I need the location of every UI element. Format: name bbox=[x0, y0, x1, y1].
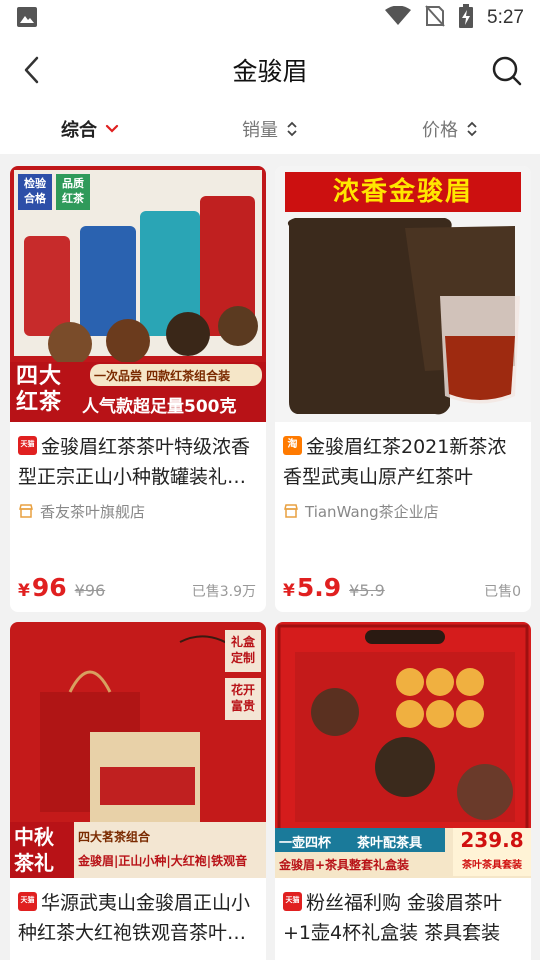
product-image: 浓香金骏眉 bbox=[275, 166, 531, 422]
product-title: 淘金骏眉红茶2021新茶浓香型武夷山原产红茶叶 bbox=[283, 436, 507, 488]
store-icon bbox=[19, 504, 33, 518]
sold-count: 已售3.9万 bbox=[191, 584, 256, 600]
banner-text: 浓香金骏眉 bbox=[332, 177, 473, 207]
sort-sales[interactable]: 销量 bbox=[180, 104, 360, 154]
product-card[interactable]: 检验 合格 品质 红茶 四大红茶 一次品尝 四款红茶组合装 人气款超足量500克 天… bbox=[10, 166, 266, 612]
store-icon bbox=[284, 504, 298, 518]
image-notification-icon bbox=[16, 6, 40, 30]
product-grid: 检验 合格 品质 红茶 四大红茶 一次品尝 四款红茶组合装 人气款超足量500克 天… bbox=[0, 156, 540, 960]
product-title: 天猫 粉丝福利购 金骏眉茶叶+1壶4杯礼盒装 茶具套装 bbox=[283, 892, 503, 944]
image-price-sub: 茶叶茶具套装 bbox=[462, 860, 522, 871]
gift-box-tag: 礼盒定制 bbox=[230, 635, 255, 665]
shop-line[interactable]: TianWang茶企业店 bbox=[275, 500, 531, 522]
chevron-left-icon bbox=[24, 56, 39, 84]
sort-label: 综合 bbox=[61, 120, 97, 141]
price: 96 bbox=[31, 573, 67, 602]
sort-updown-icon bbox=[467, 121, 477, 137]
product-image: 检验 合格 品质 红茶 四大红茶 一次品尝 四款红茶组合装 人气款超足量500克 bbox=[10, 166, 266, 422]
page-title: 金骏眉 bbox=[232, 57, 308, 86]
banner-small-text: 一次品尝 四款红茶组合装 bbox=[94, 369, 231, 383]
original-price: ¥5.9 bbox=[349, 581, 385, 600]
original-price: ¥96 bbox=[74, 581, 106, 600]
no-sim-icon bbox=[425, 5, 445, 31]
sort-price[interactable]: 价格 bbox=[360, 104, 540, 154]
taobao-badge-icon: 淘 bbox=[283, 436, 302, 455]
tea-names-text: 金骏眉|正山小种|大红袍|铁观音 bbox=[78, 854, 248, 868]
price: 5.9 bbox=[296, 573, 342, 602]
status-bar: 5:27 bbox=[0, 0, 540, 36]
app-header: 金骏眉 bbox=[0, 36, 540, 104]
sort-label: 销量 bbox=[242, 120, 278, 141]
mid-autumn-text: 中秋茶礼 bbox=[14, 825, 54, 875]
tmall-badge-icon: 天猫 bbox=[18, 436, 37, 455]
chevron-down-icon bbox=[105, 124, 119, 133]
back-button[interactable] bbox=[16, 54, 48, 86]
battery-charging-icon bbox=[459, 4, 474, 32]
status-time: 5:27 bbox=[487, 7, 524, 28]
search-icon bbox=[492, 56, 522, 86]
product-title: 天猫华源武夷山金骏眉正山小种红茶大红袍铁观音茶叶礼盒 bbox=[18, 892, 251, 944]
sort-updown-icon bbox=[287, 121, 297, 137]
sort-bar: 综合 销量 价格 bbox=[0, 104, 540, 154]
pot-cups-text: 一壶四杯 bbox=[279, 836, 332, 851]
banner-big-text: 四大红茶 bbox=[16, 364, 63, 415]
shop-name: TianWang茶企业店 bbox=[305, 502, 439, 521]
price-line: ¥ 5.9 ¥5.9 已售0 bbox=[283, 573, 521, 602]
product-card[interactable]: 浓香金骏眉 淘金骏眉红茶2021新茶浓香型武夷山原产红茶叶 TianWang茶企… bbox=[275, 166, 531, 612]
image-price-tag: 239.8 bbox=[460, 828, 524, 852]
quality-badge: 品质 红茶 bbox=[62, 177, 84, 205]
sold-count: 已售0 bbox=[484, 584, 521, 600]
giftbox-text: 金骏眉+茶具整套礼盒装 bbox=[279, 858, 410, 872]
combo-text: 四大茗茶组合 bbox=[78, 830, 151, 844]
wifi-icon bbox=[385, 5, 412, 30]
product-image: 一壶四杯 茶叶配茶具 239.8 茶叶茶具套装 金骏眉+茶具整套礼盒装 bbox=[275, 622, 531, 878]
inspection-badge: 检验 合格 bbox=[24, 177, 46, 205]
blossom-tag: 花开富贵 bbox=[230, 683, 255, 713]
price-symbol: ¥ bbox=[283, 581, 295, 601]
price-line: ¥ 96 ¥96 已售3.9万 bbox=[18, 573, 256, 602]
price-symbol: ¥ bbox=[18, 581, 30, 601]
banner-main-text: 人气款超足量500克 bbox=[82, 397, 237, 417]
product-image: 礼盒定制 花开富贵 中秋茶礼 四大茗茶组合 金骏眉|正山小种|大红袍|铁观音 bbox=[10, 622, 266, 878]
shop-name: 香友茶叶旗舰店 bbox=[40, 502, 146, 521]
shop-line[interactable]: 香友茶叶旗舰店 bbox=[10, 500, 266, 522]
tmall-badge-icon: 天猫 bbox=[283, 892, 302, 911]
sort-comprehensive[interactable]: 综合 bbox=[0, 104, 180, 154]
tmall-badge-icon: 天猫 bbox=[18, 892, 37, 911]
product-card[interactable]: 一壶四杯 茶叶配茶具 239.8 茶叶茶具套装 金骏眉+茶具整套礼盒装 天猫 粉丝… bbox=[275, 622, 531, 960]
search-button[interactable] bbox=[490, 54, 524, 88]
sort-label: 价格 bbox=[422, 120, 458, 141]
product-card[interactable]: 礼盒定制 花开富贵 中秋茶礼 四大茗茶组合 金骏眉|正山小种|大红袍|铁观音 天… bbox=[10, 622, 266, 960]
product-title: 天猫金骏眉红茶茶叶特级浓香型正宗正山小种散罐装礼盒装 bbox=[18, 436, 251, 488]
tea-set-text: 茶叶配茶具 bbox=[357, 836, 423, 851]
